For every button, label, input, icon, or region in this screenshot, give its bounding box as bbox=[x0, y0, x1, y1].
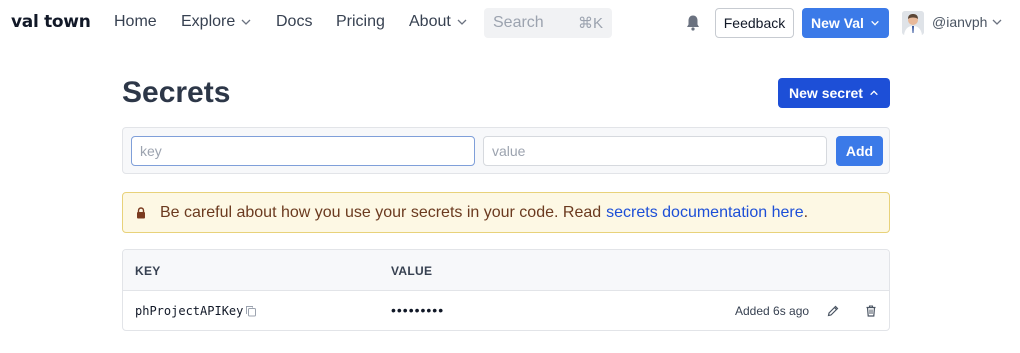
avatar-image bbox=[902, 11, 924, 35]
secret-key: phProjectAPIKey bbox=[135, 304, 244, 318]
nav-link-about[interactable]: About bbox=[409, 13, 468, 31]
new-val-label: New Val bbox=[811, 15, 864, 31]
search-input[interactable] bbox=[493, 14, 563, 32]
warning-suffix: . bbox=[803, 203, 809, 221]
nav-link-docs[interactable]: Docs bbox=[276, 13, 312, 31]
add-button[interactable]: Add bbox=[836, 136, 883, 166]
trash-icon[interactable] bbox=[864, 304, 878, 318]
nav-link-explore[interactable]: Explore bbox=[181, 13, 252, 31]
new-secret-form: Add bbox=[122, 127, 890, 174]
search-box[interactable]: ⌘K bbox=[484, 8, 612, 38]
nav-link-home[interactable]: Home bbox=[114, 13, 157, 31]
new-secret-label: New secret bbox=[789, 85, 863, 101]
chevron-down-icon bbox=[871, 20, 879, 26]
column-header-value: VALUE bbox=[391, 264, 433, 278]
table-header: KEY VALUE bbox=[123, 250, 889, 291]
chevron-down-icon bbox=[241, 19, 251, 25]
chevron-down-icon bbox=[993, 19, 1002, 25]
feedback-button[interactable]: Feedback bbox=[715, 8, 794, 38]
secrets-table: KEY VALUE phProjectAPIKey ••••••••• Adde… bbox=[122, 249, 890, 331]
user-menu[interactable]: @ianvph bbox=[932, 14, 1003, 30]
value-input[interactable] bbox=[483, 136, 827, 166]
bell-icon[interactable] bbox=[685, 14, 701, 32]
chevron-up-icon bbox=[870, 90, 878, 96]
nav-link-label: Home bbox=[114, 13, 157, 30]
lock-icon bbox=[137, 206, 145, 218]
nav-link-label: Docs bbox=[276, 13, 313, 30]
key-input[interactable] bbox=[131, 136, 475, 166]
warning-text: Be careful about how you use your secret… bbox=[160, 203, 602, 221]
avatar[interactable] bbox=[902, 11, 924, 35]
top-navbar: val town Home Explore Docs Pricing About… bbox=[0, 0, 1020, 46]
secret-key-cell: phProjectAPIKey bbox=[135, 304, 257, 318]
column-header-key: KEY bbox=[135, 264, 161, 278]
nav-link-label: About bbox=[409, 13, 451, 30]
logo[interactable]: val town bbox=[11, 12, 91, 32]
warning-banner: Be careful about how you use your secret… bbox=[122, 192, 890, 233]
chevron-down-icon bbox=[457, 19, 467, 25]
new-secret-button[interactable]: New secret bbox=[778, 78, 890, 108]
secrets-docs-link[interactable]: secrets documentation here bbox=[606, 204, 803, 222]
nav-link-label: Explore bbox=[181, 13, 236, 30]
new-val-button[interactable]: New Val bbox=[802, 8, 889, 38]
edit-icon[interactable] bbox=[826, 304, 840, 318]
copy-icon[interactable] bbox=[245, 305, 257, 317]
table-row: phProjectAPIKey ••••••••• Added 6s ago bbox=[123, 291, 889, 330]
username: @ianvph bbox=[932, 14, 988, 30]
added-timestamp: Added 6s ago bbox=[735, 304, 810, 318]
nav-link-pricing[interactable]: Pricing bbox=[336, 13, 385, 31]
page-title: Secrets bbox=[122, 76, 231, 109]
secret-value-masked: ••••••••• bbox=[391, 302, 445, 318]
nav-link-label: Pricing bbox=[336, 13, 385, 30]
search-shortcut: ⌘K bbox=[577, 15, 603, 32]
